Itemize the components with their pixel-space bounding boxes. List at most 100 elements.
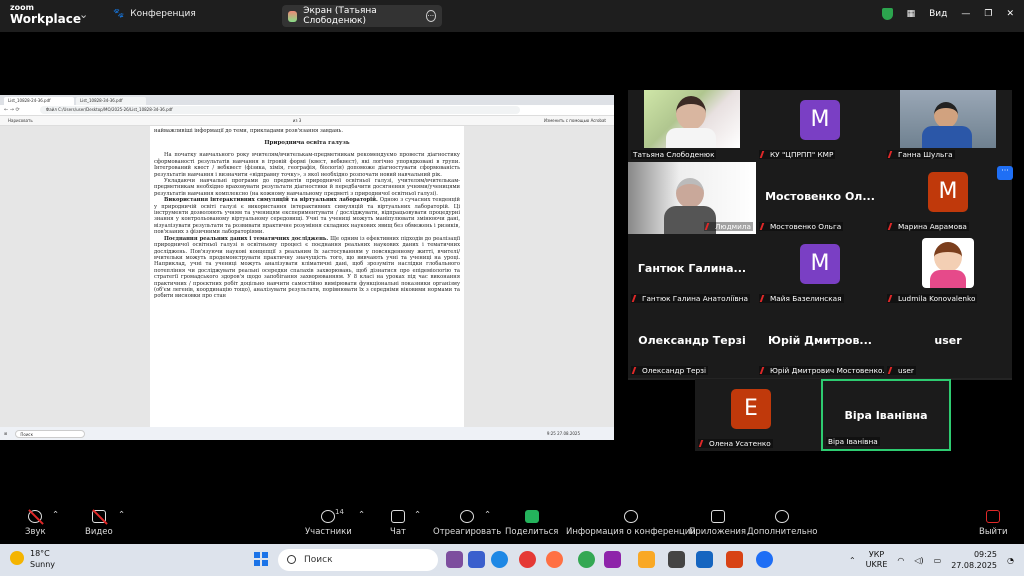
participant-tile[interactable]: Е Олена Усатенко [695, 379, 823, 451]
battery-icon[interactable]: ▭ [934, 556, 942, 565]
mic-muted-icon [759, 223, 769, 230]
share-icon [288, 10, 298, 22]
participant-name: КУ "ЦПРПП" КМР [770, 150, 834, 159]
participant-display-name: Віра Іванівна [844, 409, 928, 422]
participant-name: Марина Аврамова [898, 222, 967, 231]
participant-name: Мостовенко Ольга [770, 222, 842, 231]
language-indicator[interactable]: УКР UKRE [866, 550, 888, 570]
participant-tile[interactable]: Мостовенко Ол... Мостовенко Ольга [756, 162, 884, 234]
edge-icon[interactable] [491, 551, 508, 568]
zoom-logo: zoom Workplace [10, 3, 82, 26]
zoom-titlebar: zoom Workplace ⌄ 🐾 Конференция Экран (Та… [0, 0, 1024, 32]
pdf-paragraph: найважливіші інформації до теми, приклад… [154, 128, 344, 134]
chat-button[interactable]: Чат [390, 510, 406, 537]
clock[interactable]: 09:25 27.08.2025 [951, 549, 997, 571]
participant-tile[interactable]: Ганна Шульга [884, 90, 1012, 162]
acrobat-button[interactable]: Изменить с помощью Acrobat [544, 118, 606, 123]
shield-icon[interactable] [881, 8, 893, 20]
participant-tile[interactable]: Людмила [628, 162, 756, 234]
teams-icon[interactable] [468, 551, 485, 568]
screen-share-indicator[interactable]: Экран (Татьяна Слободенюк) ··· [282, 5, 442, 27]
gallery-view: Татьяна Слободенюк М КУ "ЦПРПП" КМР Ганн… [628, 90, 1012, 380]
pdf-toolbar: Нарисовать из 3 Изменить с помощью Acrob… [0, 116, 614, 126]
chevron-up-icon[interactable]: ⌃ [849, 556, 856, 565]
file-explorer-icon[interactable] [638, 551, 655, 568]
pdf-viewer[interactable]: найважливіші інформації до теми, приклад… [0, 126, 614, 427]
leave-button[interactable]: Выйти [979, 510, 1008, 537]
participant-name: Ганна Шульга [898, 150, 953, 159]
weather-widget[interactable]: 18°C Sunny [10, 548, 55, 570]
mic-muted-icon [698, 440, 708, 447]
apps-button[interactable]: Приложения [689, 510, 746, 537]
audio-options-chevron-icon[interactable]: ⌃ [52, 510, 59, 520]
react-chevron-icon[interactable]: ⌃ [484, 510, 491, 520]
windows-start-icon[interactable] [254, 552, 268, 566]
more-dots-icon [775, 510, 790, 523]
participant-name: Татьяна Слободенюк [631, 150, 717, 159]
participant-display-name: Юрій Дмитров... [768, 334, 872, 347]
page-counter[interactable]: из 3 [293, 118, 302, 123]
chrome-icon[interactable] [578, 551, 595, 568]
audio-button[interactable]: Звук [25, 510, 46, 537]
participant-tile[interactable]: М Марина Аврамова [884, 162, 1012, 234]
participant-display-name: user [934, 334, 962, 347]
app-icon[interactable] [668, 551, 685, 568]
sun-icon [10, 551, 24, 565]
zoom-icon[interactable] [756, 551, 773, 568]
participant-tile[interactable]: Юрій Дмитров... Юрій Дмитрович Мостовенк… [756, 306, 884, 378]
meeting-menu[interactable]: 🐾 Конференция [113, 9, 196, 19]
word-icon[interactable] [696, 551, 713, 568]
app-icon[interactable] [446, 551, 463, 568]
opera-icon[interactable] [519, 551, 536, 568]
volume-icon[interactable]: ◁) [914, 556, 923, 565]
mic-muted-icon [887, 151, 897, 158]
participant-tile[interactable]: Татьяна Слободенюк [628, 90, 756, 162]
participant-tile[interactable]: Ludmila Konovalenko [884, 234, 1012, 306]
notification-icon[interactable]: ◔ [1007, 556, 1014, 565]
copilot-icon[interactable] [604, 551, 621, 568]
more-icon[interactable]: ··· [425, 10, 436, 22]
pdf-paragraph: Поєднання реальних даних і тематичних до… [154, 235, 460, 300]
draw-button[interactable]: Нарисовать [8, 118, 33, 123]
view-button[interactable]: Вид [929, 9, 947, 19]
mic-muted-icon [887, 295, 897, 302]
participants-chevron-icon[interactable]: ⌃ [358, 510, 365, 520]
participant-tile[interactable]: М Майя Базелинская [756, 234, 884, 306]
wifi-icon[interactable]: ◠ [897, 556, 904, 565]
participant-tile[interactable]: user user [884, 306, 1012, 378]
url-field[interactable]: Файл C:/Users/user/Desktop/МО/2025-26/Li… [39, 106, 520, 114]
chat-chevron-icon[interactable]: ⌃ [414, 510, 421, 520]
more-button[interactable]: Дополнительно [747, 510, 818, 537]
restore-icon[interactable]: ❐ [984, 9, 992, 19]
participant-tile[interactable]: М КУ "ЦПРПП" КМР [756, 90, 884, 162]
meeting-info-button[interactable]: Информация о конференции [566, 510, 696, 537]
close-icon[interactable]: ✕ [1006, 9, 1014, 19]
camera-off-icon [91, 510, 106, 523]
avatar: М [800, 100, 840, 140]
video-options-chevron-icon[interactable]: ⌃ [118, 510, 125, 520]
participants-icon [321, 510, 336, 523]
participant-name: Ludmila Konovalenko [898, 294, 976, 303]
browser-tab[interactable]: List_10828-34-36.pdf [76, 97, 146, 105]
shared-clock: 9:25 27.08.2025 [546, 431, 580, 436]
minimize-icon[interactable]: — [961, 9, 970, 19]
browser-tab[interactable]: List_10828-24-36.pdf [4, 97, 74, 105]
taskbar-search[interactable]: Поиск [278, 549, 438, 571]
mic-muted-icon [759, 151, 769, 158]
info-icon [623, 510, 638, 523]
firefox-icon[interactable] [546, 551, 563, 568]
participant-tile[interactable]: Гантюк Галина... Гантюк Галина Анатоліїв… [628, 234, 756, 306]
share-button[interactable]: Поделиться [505, 510, 558, 537]
chevron-down-icon[interactable]: ⌄ [79, 8, 88, 21]
participants-button[interactable]: Участники 14 [305, 508, 352, 537]
pdf-paragraph: Використання інтерактивних симуляцій та … [154, 197, 460, 236]
video-button[interactable]: Видео [85, 510, 113, 537]
acrobat-icon[interactable] [726, 551, 743, 568]
participant-tile-active-speaker[interactable]: Віра Іванівна Віра Іванівна [821, 379, 951, 451]
gallery-more-button[interactable]: ··· [997, 166, 1013, 180]
nav-arrows-icon[interactable]: ← → ⟳ [4, 107, 20, 113]
mic-muted-icon [887, 367, 897, 374]
participant-tile[interactable]: Олександр Терзі Олександр Терзі [628, 306, 756, 378]
participants-count: 14 [335, 508, 344, 516]
view-icon[interactable]: ▦ [907, 9, 916, 19]
